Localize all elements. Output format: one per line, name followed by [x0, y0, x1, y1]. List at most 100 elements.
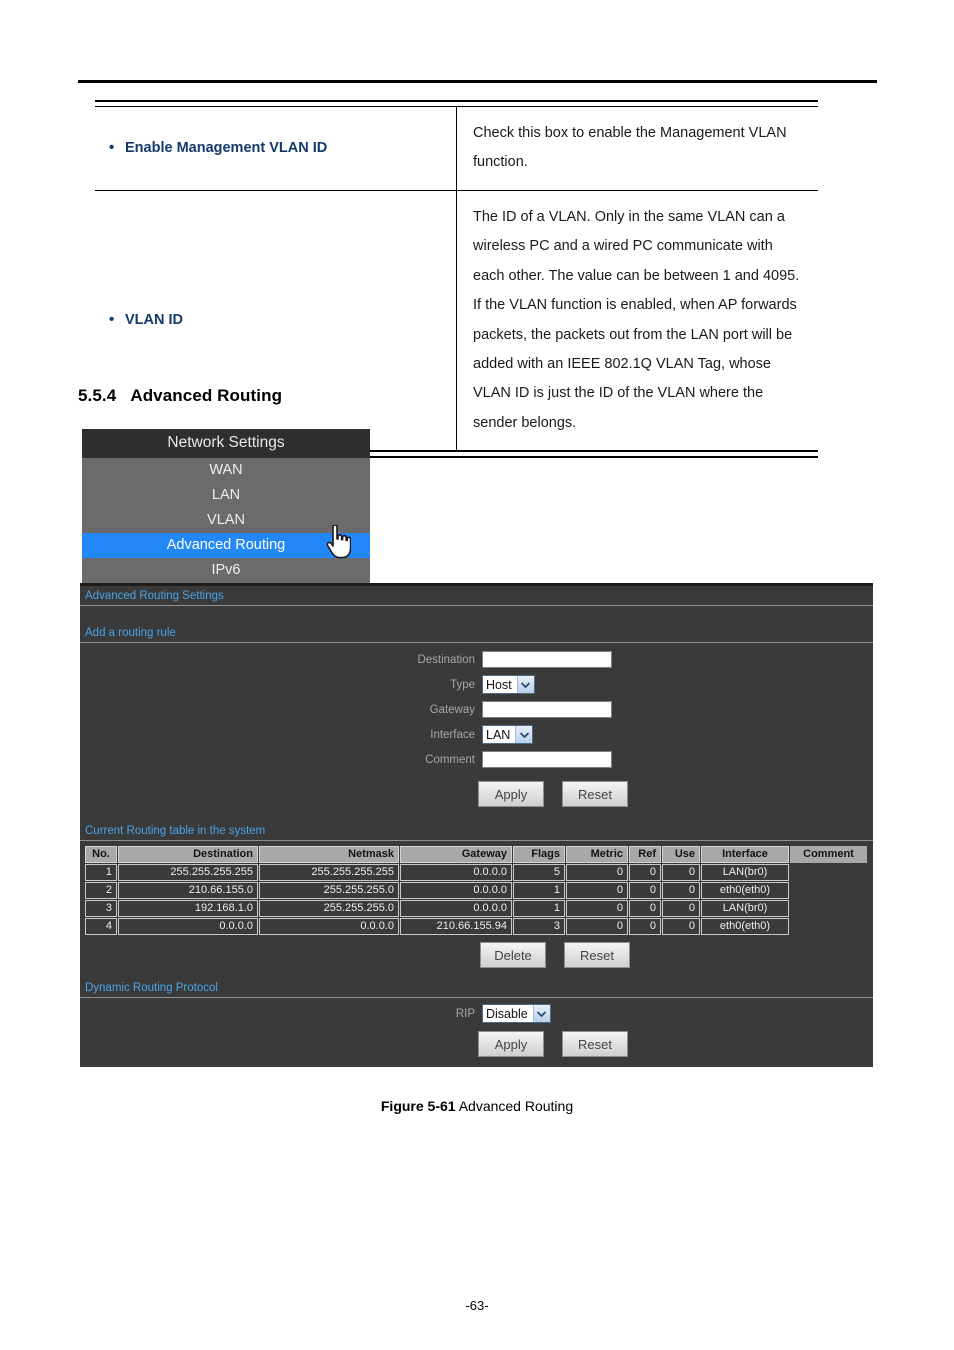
routing-table-header-row: No. Destination Netmask Gateway Flags Me… — [85, 846, 867, 863]
interface-row: Interface LAN — [80, 725, 873, 744]
cell-comment — [790, 864, 867, 881]
cell-destination: 192.168.1.0 — [118, 900, 258, 917]
cell-flags: 5 — [513, 864, 565, 881]
col-header-no: No. — [85, 846, 117, 863]
col-header-netmask: Netmask — [259, 846, 399, 863]
rip-select[interactable]: Disable — [482, 1004, 551, 1023]
section-number: 5.5.4 — [78, 386, 117, 405]
cell-comment — [790, 918, 867, 935]
menu-item-advanced-routing[interactable]: Advanced Routing — [82, 524, 370, 559]
cell-use: 0 — [662, 864, 700, 881]
destination-label: Destination — [417, 653, 475, 666]
add-rule-buttons: Apply Reset — [80, 775, 873, 817]
type-label: Type — [450, 678, 475, 691]
table-row[interactable]: 2 210.66.155.0 255.255.255.0 0.0.0.0 1 0… — [85, 882, 867, 899]
type-select[interactable]: Host — [482, 675, 535, 694]
cell-ref: 0 — [629, 900, 661, 917]
cell-flags: 3 — [513, 918, 565, 935]
chevron-down-icon — [516, 676, 534, 693]
cell-interface: LAN(br0) — [701, 864, 789, 881]
cell-metric: 0 — [566, 882, 628, 899]
cell-flags: 1 — [513, 882, 565, 899]
apply-rule-button[interactable]: Apply — [478, 781, 544, 807]
col-header-interface: Interface — [701, 846, 789, 863]
cell-metric: 0 — [566, 918, 628, 935]
menu-item-vlan[interactable]: VLAN — [82, 508, 370, 533]
figure-label: Figure 5-61 — [380, 1098, 456, 1114]
page-header-rule — [78, 80, 877, 83]
cell-ref: 0 — [629, 918, 661, 935]
reset-rule-button[interactable]: Reset — [562, 781, 628, 807]
menu-item-wan[interactable]: WAN — [82, 458, 370, 483]
description-text: Check this box to enable the Management … — [473, 125, 787, 171]
cell-comment — [790, 900, 867, 917]
cell-gateway: 0.0.0.0 — [400, 882, 512, 899]
table-row: VLAN ID The ID of a VLAN. Only in the sa… — [95, 190, 818, 452]
term-label: VLAN ID — [105, 308, 450, 332]
section-title: Advanced Routing — [130, 386, 283, 405]
add-rule-title: Add a routing rule — [80, 623, 873, 643]
section-heading: 5.5.4 Advanced Routing — [78, 386, 282, 406]
cell-gateway: 0.0.0.0 — [400, 864, 512, 881]
cell-interface: LAN(br0) — [701, 900, 789, 917]
gateway-input[interactable] — [482, 701, 612, 718]
type-select-value: Host — [486, 678, 512, 692]
cell-use: 0 — [662, 882, 700, 899]
cell-use: 0 — [662, 900, 700, 917]
table-row[interactable]: 3 192.168.1.0 255.255.255.0 0.0.0.0 1 0 … — [85, 900, 867, 917]
menu-item-label: Advanced Routing — [166, 537, 286, 553]
cell-comment — [790, 882, 867, 899]
table-row[interactable]: 4 0.0.0.0 0.0.0.0 210.66.155.94 3 0 0 0 … — [85, 918, 867, 935]
cell-destination: 0.0.0.0 — [118, 918, 258, 935]
gateway-row: Gateway — [80, 701, 873, 718]
routing-table: No. Destination Netmask Gateway Flags Me… — [84, 845, 868, 936]
term-cell: VLAN ID — [95, 190, 457, 452]
dynamic-routing-title: Dynamic Routing Protocol — [80, 978, 873, 998]
cell-netmask: 255.255.255.255 — [259, 864, 399, 881]
cell-interface: eth0(eth0) — [701, 882, 789, 899]
table-row[interactable]: 1 255.255.255.255 255.255.255.255 0.0.0.… — [85, 864, 867, 881]
rip-label: RIP — [455, 1007, 475, 1020]
comment-input[interactable] — [482, 751, 612, 768]
cell-no: 1 — [85, 864, 117, 881]
menu-item-lan[interactable]: LAN — [82, 483, 370, 508]
advanced-routing-panel: Advanced Routing Settings Add a routing … — [80, 583, 873, 1067]
cell-netmask: 255.255.255.0 — [259, 900, 399, 917]
cell-interface: eth0(eth0) — [701, 918, 789, 935]
cell-destination: 255.255.255.255 — [118, 864, 258, 881]
col-header-destination: Destination — [118, 846, 258, 863]
cell-flags: 1 — [513, 900, 565, 917]
destination-row: Destination — [80, 651, 873, 668]
interface-select-value: LAN — [486, 728, 511, 742]
cell-netmask: 255.255.255.0 — [259, 882, 399, 899]
figure-caption: Figure 5-61 Advanced Routing — [0, 1098, 954, 1114]
col-header-gateway: Gateway — [400, 846, 512, 863]
cell-ref: 0 — [629, 882, 661, 899]
cell-netmask: 0.0.0.0 — [259, 918, 399, 935]
apply-rip-button[interactable]: Apply — [478, 1031, 544, 1057]
cell-metric: 0 — [566, 900, 628, 917]
cell-ref: 0 — [629, 864, 661, 881]
col-header-use: Use — [662, 846, 700, 863]
col-header-metric: Metric — [566, 846, 628, 863]
routing-table-buttons: Delete Reset — [80, 936, 873, 978]
cell-destination: 210.66.155.0 — [118, 882, 258, 899]
cell-use: 0 — [662, 918, 700, 935]
term-label: Enable Management VLAN ID — [105, 136, 450, 160]
delete-route-button[interactable]: Delete — [480, 942, 546, 968]
interface-select[interactable]: LAN — [482, 725, 534, 744]
cell-no: 3 — [85, 900, 117, 917]
reset-route-button[interactable]: Reset — [564, 942, 630, 968]
comment-label: Comment — [425, 753, 475, 766]
reset-rip-button[interactable]: Reset — [562, 1031, 628, 1057]
figure-title: Advanced Routing — [455, 1098, 574, 1114]
cell-gateway: 210.66.155.94 — [400, 918, 512, 935]
col-header-comment: Comment — [790, 846, 867, 863]
panel-section-title: Advanced Routing Settings — [80, 586, 873, 606]
table-row: Enable Management VLAN ID Check this box… — [95, 106, 818, 191]
destination-input[interactable] — [482, 651, 612, 668]
routing-table-wrap: No. Destination Netmask Gateway Flags Me… — [80, 841, 873, 936]
term-cell: Enable Management VLAN ID — [95, 106, 457, 191]
dynamic-routing-buttons: Apply Reset — [80, 1025, 873, 1067]
menu-item-ipv6[interactable]: IPv6 — [82, 558, 370, 583]
